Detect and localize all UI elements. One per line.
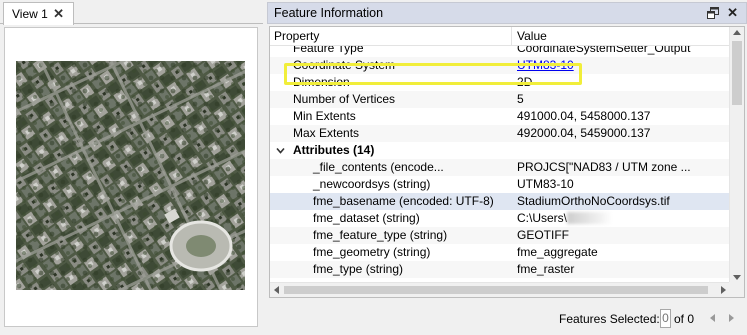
property-cell: fme_dataset (string) (313, 211, 420, 225)
value-cell: fme_raster (517, 262, 575, 276)
property-cell: fme_type (string) (313, 262, 404, 276)
view-tab-bar: View 1 ✕ (0, 0, 263, 25)
value-cell: 2D (517, 75, 533, 89)
table-row[interactable]: Min Extents 491000.04, 5458000.137 (270, 108, 730, 125)
value-cell: GEOTIFF (517, 228, 569, 242)
property-cell: Dimension (293, 75, 350, 89)
next-feature-icon[interactable] (729, 314, 734, 322)
table-row[interactable]: _file_contents (encode... PROJCS["NAD83 … (270, 159, 730, 176)
table-row[interactable]: fme_dataset (string) C:\Users\ (270, 210, 730, 227)
table-row[interactable]: fme_basename (encoded: UTF-8) StadiumOrt… (270, 193, 730, 210)
scroll-up-icon[interactable] (733, 30, 741, 35)
property-cell: Coordinate System (293, 58, 396, 72)
table-body: Feature Type CoordinateSystemSetter_Outp… (270, 46, 730, 286)
value-cell: 492000.04, 5459000.137 (517, 126, 651, 140)
scroll-thumb[interactable] (284, 286, 708, 294)
scroll-thumb[interactable] (732, 41, 742, 105)
horizontal-scrollbar[interactable] (270, 282, 730, 297)
close-icon[interactable]: ✕ (727, 5, 738, 21)
table-row[interactable]: Coordinate System UTM83-10 (270, 57, 730, 74)
view-pane: View 1 ✕ (0, 0, 263, 335)
value-cell: fme_aggregate (517, 245, 598, 259)
property-cell: _newcoordsys (string) (313, 177, 431, 191)
value-cell: UTM83-10 (517, 177, 574, 191)
value-cell: 491000.04, 5458000.137 (517, 109, 651, 123)
selected-total: of 0 (674, 312, 695, 326)
property-cell: Min Extents (293, 109, 356, 123)
table-row[interactable]: Max Extents 492000.04, 5459000.137 (270, 125, 730, 142)
vertical-scrollbar[interactable] (729, 27, 744, 283)
tab-view-1[interactable]: View 1 ✕ (3, 2, 74, 25)
coordinate-system-link[interactable]: UTM83-10 (517, 58, 574, 73)
scroll-left-icon[interactable] (274, 286, 279, 294)
property-cell: fme_geometry (string) (313, 245, 431, 259)
table-row[interactable]: Number of Vertices 5 (270, 91, 730, 108)
feature-information-panel: Feature Information ✕ Property Value Fea… (267, 0, 747, 335)
redacted-blur (567, 212, 612, 224)
float-window-icon[interactable] (707, 7, 719, 19)
chevron-down-icon[interactable] (276, 146, 285, 155)
value-cell: CoordinateSystemSetter_Output (517, 46, 691, 55)
column-header-property[interactable]: Property (274, 29, 319, 43)
value-cell: 5 (517, 92, 524, 106)
view-canvas[interactable] (4, 27, 258, 327)
attributes-group-row[interactable]: Attributes (14) (270, 142, 730, 159)
table-row[interactable]: Feature Type CoordinateSystemSetter_Outp… (270, 46, 730, 57)
attributes-group-label: Attributes (14) (293, 143, 375, 157)
aerial-photo-raster (16, 61, 245, 290)
property-cell: Max Extents (293, 126, 360, 140)
scroll-down-icon[interactable] (733, 275, 741, 280)
value-cell: StadiumOrthoNoCoordsys.tif (517, 194, 670, 208)
value-cell: PROJCS["NAD83 / UTM zone ... (517, 160, 691, 174)
panel-footer: Features Selected: 0 of 0 (267, 300, 747, 335)
selected-index-field[interactable]: 0 (660, 309, 671, 328)
table-row[interactable]: _newcoordsys (string) UTM83-10 (270, 176, 730, 193)
scroll-right-icon[interactable] (721, 286, 726, 294)
previous-feature-icon[interactable] (710, 314, 715, 322)
feature-info-table: Property Value Feature Type CoordinateSy… (269, 26, 745, 298)
property-cell: _file_contents (encode... (313, 160, 444, 174)
property-cell: fme_basename (encoded: UTF-8) (313, 194, 494, 208)
dataset-path-text: C:\Users\ (517, 211, 568, 225)
property-cell: Feature Type (293, 46, 364, 55)
property-cell: fme_feature_type (string) (313, 228, 448, 242)
table-row[interactable]: fme_type (string) fme_raster (270, 261, 730, 278)
scrollbar-corner (729, 282, 744, 297)
close-icon[interactable]: ✕ (53, 7, 64, 20)
tab-label: View 1 (12, 7, 48, 21)
features-selected-label: Features Selected: (559, 312, 660, 326)
panel-title-bar[interactable]: Feature Information ✕ (267, 2, 747, 24)
column-header-value[interactable]: Value (517, 29, 547, 43)
column-divider[interactable] (511, 27, 512, 46)
table-header: Property Value (270, 27, 730, 46)
table-row[interactable]: Dimension 2D (270, 74, 730, 91)
property-cell: Number of Vertices (293, 92, 396, 106)
table-row[interactable]: fme_geometry (string) fme_aggregate (270, 244, 730, 261)
table-row[interactable]: fme_feature_type (string) GEOTIFF (270, 227, 730, 244)
panel-title: Feature Information (274, 6, 384, 20)
value-cell: C:\Users\ (517, 211, 612, 226)
